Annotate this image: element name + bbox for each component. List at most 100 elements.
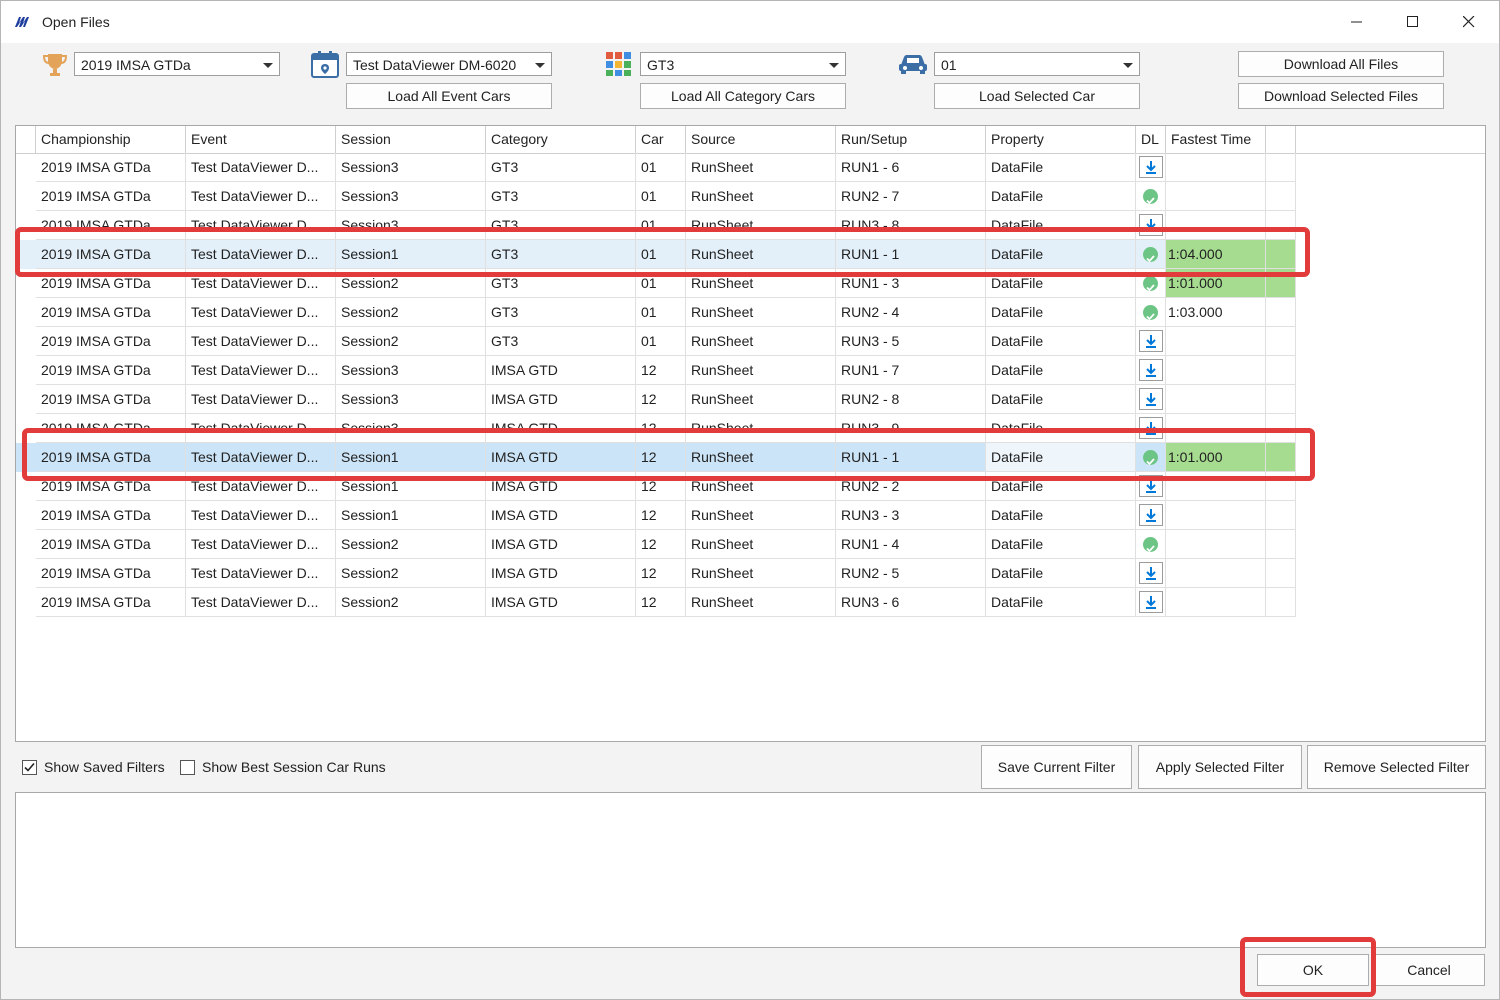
- download-button[interactable]: [1139, 417, 1163, 439]
- minimize-button[interactable]: [1329, 1, 1385, 43]
- cell-event: Test DataViewer D...: [186, 414, 336, 443]
- cell-session: Session2: [336, 298, 486, 327]
- saved-filters-list[interactable]: [15, 792, 1486, 948]
- cell-source: RunSheet: [686, 240, 836, 269]
- cancel-button[interactable]: Cancel: [1373, 954, 1485, 986]
- cell-event: Test DataViewer D...: [186, 327, 336, 356]
- download-button[interactable]: [1139, 388, 1163, 410]
- table-row[interactable]: 2019 IMSA GTDa Test DataViewer D... Sessio…: [16, 443, 1296, 472]
- cell-session: Session3: [336, 211, 486, 240]
- download-button[interactable]: [1139, 504, 1163, 526]
- column-header-car[interactable]: Car: [636, 126, 686, 153]
- download-button[interactable]: [1139, 214, 1163, 236]
- car-select[interactable]: 01: [934, 52, 1140, 76]
- apply-selected-filter-button[interactable]: Apply Selected Filter: [1138, 745, 1302, 789]
- car-icon: [899, 55, 927, 74]
- ok-button[interactable]: OK: [1257, 954, 1369, 986]
- cell-property: DataFile: [986, 472, 1136, 501]
- maximize-button[interactable]: [1385, 1, 1441, 43]
- cell-championship: 2019 IMSA GTDa: [36, 588, 186, 617]
- column-header-run[interactable]: Run/Setup: [836, 126, 986, 153]
- cell-championship: 2019 IMSA GTDa: [36, 414, 186, 443]
- save-current-filter-button[interactable]: Save Current Filter: [981, 745, 1132, 789]
- column-header-event[interactable]: Event: [186, 126, 336, 153]
- column-header-property[interactable]: Property: [986, 126, 1136, 153]
- cell-session: Session3: [336, 153, 486, 182]
- column-header-championship[interactable]: Championship: [36, 126, 186, 153]
- download-button[interactable]: [1139, 591, 1163, 613]
- files-grid[interactable]: Championship Event Session Category Car Sourc…: [15, 125, 1486, 742]
- download-button[interactable]: [1139, 330, 1163, 352]
- table-row[interactable]: 2019 IMSA GTDa Test DataViewer D... Sessio…: [16, 298, 1296, 327]
- cell-property: DataFile: [986, 559, 1136, 588]
- cell-dl: [1136, 356, 1166, 385]
- cell-event: Test DataViewer D...: [186, 472, 336, 501]
- download-all-files-button[interactable]: Download All Files: [1238, 51, 1444, 77]
- download-button[interactable]: [1139, 475, 1163, 497]
- cell-run: RUN3 - 6: [836, 588, 986, 617]
- show-saved-filters-label[interactable]: Show Saved Filters: [44, 759, 165, 775]
- load-all-category-cars-button[interactable]: Load All Category Cars: [640, 83, 846, 109]
- column-header-source[interactable]: Source: [686, 126, 836, 153]
- cell-run: RUN1 - 6: [836, 153, 986, 182]
- download-button[interactable]: [1139, 359, 1163, 381]
- table-row[interactable]: 2019 IMSA GTDa Test DataViewer D... Sessio…: [16, 530, 1296, 559]
- table-row[interactable]: 2019 IMSA GTDa Test DataViewer D... Sessio…: [16, 269, 1296, 298]
- cell-fastest: [1166, 385, 1266, 414]
- cell-extra: [1266, 356, 1296, 385]
- table-row[interactable]: 2019 IMSA GTDa Test DataViewer D... Sessio…: [16, 153, 1296, 182]
- cell-property: DataFile: [986, 182, 1136, 211]
- download-arrow-icon: [1146, 422, 1156, 435]
- table-row[interactable]: 2019 IMSA GTDa Test DataViewer D... Sessio…: [16, 240, 1296, 269]
- cell-source: RunSheet: [686, 501, 836, 530]
- download-selected-files-button[interactable]: Download Selected Files: [1238, 83, 1444, 109]
- show-saved-filters-checkbox[interactable]: [22, 760, 37, 775]
- table-row[interactable]: 2019 IMSA GTDa Test DataViewer D... Sessio…: [16, 182, 1296, 211]
- show-best-session-car-runs-label[interactable]: Show Best Session Car Runs: [202, 759, 386, 775]
- cell-property: DataFile: [986, 211, 1136, 240]
- cell-event: Test DataViewer D...: [186, 501, 336, 530]
- cell-fastest: [1166, 211, 1266, 240]
- table-row[interactable]: 2019 IMSA GTDa Test DataViewer D... Sessio…: [16, 327, 1296, 356]
- cell-fastest: 1:04.000: [1166, 240, 1266, 269]
- table-row[interactable]: 2019 IMSA GTDa Test DataViewer D... Sessio…: [16, 356, 1296, 385]
- table-row[interactable]: 2019 IMSA GTDa Test DataViewer D... Sessio…: [16, 588, 1296, 617]
- table-row[interactable]: 2019 IMSA GTDa Test DataViewer D... Sessio…: [16, 472, 1296, 501]
- cell-category: IMSA GTD: [486, 385, 636, 414]
- row-indicator-header: [16, 126, 36, 153]
- cell-session: Session3: [336, 182, 486, 211]
- column-header-dl[interactable]: DL: [1136, 126, 1166, 153]
- cell-property: DataFile: [986, 298, 1136, 327]
- download-button[interactable]: [1139, 562, 1163, 584]
- table-row[interactable]: 2019 IMSA GTDa Test DataViewer D... Sessio…: [16, 211, 1296, 240]
- table-row[interactable]: 2019 IMSA GTDa Test DataViewer D... Sessio…: [16, 414, 1296, 443]
- cell-category: IMSA GTD: [486, 530, 636, 559]
- cell-championship: 2019 IMSA GTDa: [36, 182, 186, 211]
- window-title: Open Files: [42, 14, 110, 30]
- close-icon: [1463, 16, 1475, 28]
- download-button[interactable]: [1139, 156, 1163, 178]
- table-row[interactable]: 2019 IMSA GTDa Test DataViewer D... Sessio…: [16, 559, 1296, 588]
- remove-selected-filter-button[interactable]: Remove Selected Filter: [1307, 745, 1486, 789]
- cell-event: Test DataViewer D...: [186, 182, 336, 211]
- event-value: Test DataViewer DM-6020: [353, 57, 517, 73]
- load-all-event-cars-button[interactable]: Load All Event Cars: [346, 83, 552, 109]
- column-header-category[interactable]: Category: [486, 126, 636, 153]
- column-header-fastest[interactable]: Fastest Time: [1166, 126, 1266, 153]
- cell-car: 12: [636, 356, 686, 385]
- category-select[interactable]: GT3: [640, 52, 846, 76]
- cell-dl: [1136, 327, 1166, 356]
- close-button[interactable]: [1441, 1, 1497, 43]
- table-row[interactable]: 2019 IMSA GTDa Test DataViewer D... Sessio…: [16, 385, 1296, 414]
- load-selected-car-button[interactable]: Load Selected Car: [934, 83, 1140, 109]
- show-best-session-car-runs-checkbox[interactable]: [180, 760, 195, 775]
- cell-car: 01: [636, 240, 686, 269]
- cell-dl: [1136, 182, 1166, 211]
- championship-select[interactable]: 2019 IMSA GTDa: [74, 52, 280, 76]
- event-select[interactable]: Test DataViewer DM-6020: [346, 52, 552, 76]
- cell-car: 12: [636, 501, 686, 530]
- table-row[interactable]: 2019 IMSA GTDa Test DataViewer D... Sessio…: [16, 501, 1296, 530]
- cell-property: DataFile: [986, 443, 1136, 472]
- cell-session: Session3: [336, 414, 486, 443]
- column-header-session[interactable]: Session: [336, 126, 486, 153]
